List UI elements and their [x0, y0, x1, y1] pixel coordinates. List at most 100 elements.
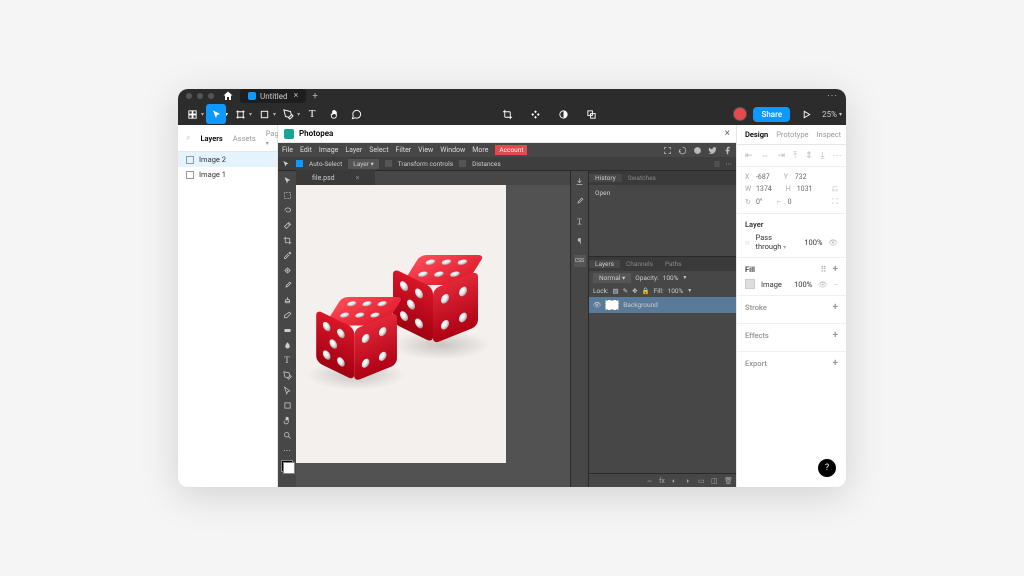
auto-select-checkbox[interactable]	[296, 160, 303, 167]
document-tab[interactable]: file.psd×	[296, 170, 375, 186]
prototype-tab[interactable]: Prototype	[776, 130, 808, 139]
corner-input[interactable]: 0	[788, 198, 792, 206]
transform-checkbox[interactable]	[385, 160, 392, 167]
design-tab[interactable]: Design	[745, 130, 768, 139]
zoom-tool[interactable]	[280, 428, 294, 442]
text-tool[interactable]: T	[302, 104, 322, 124]
reddit-icon[interactable]	[693, 146, 702, 155]
fill-value[interactable]: 100%	[668, 287, 684, 295]
move-tool[interactable]	[280, 173, 294, 187]
brush-tool[interactable]	[280, 278, 294, 292]
select-tool[interactable]	[280, 188, 294, 202]
align-right-icon[interactable]: ⇥	[778, 151, 786, 161]
remove-fill-icon[interactable]: −	[834, 280, 838, 289]
frame-tool[interactable]	[230, 104, 250, 124]
eyedropper-tool[interactable]	[280, 248, 294, 262]
align-icon[interactable]	[713, 160, 721, 168]
add-export-icon[interactable]: +	[833, 358, 839, 369]
fill-options-icon[interactable]: ⠿	[821, 265, 827, 274]
menu-select[interactable]: Select	[369, 146, 388, 154]
css-panel-icon[interactable]: CSS	[574, 255, 586, 267]
align-bottom-icon[interactable]: ⤓	[821, 151, 825, 161]
assets-tab[interactable]: Assets	[233, 134, 256, 143]
hand-tool[interactable]	[280, 413, 294, 427]
download-icon[interactable]	[574, 175, 586, 187]
present-icon[interactable]	[796, 104, 816, 124]
path-tool[interactable]	[280, 383, 294, 397]
twitter-icon[interactable]	[708, 146, 717, 155]
shape-tool[interactable]	[280, 398, 294, 412]
channels-tab[interactable]: Channels	[620, 260, 659, 268]
history-item[interactable]: Open	[589, 185, 736, 201]
color-swatch[interactable]	[281, 460, 293, 472]
corner-detail-icon[interactable]: ⛶	[832, 197, 838, 207]
lock-all-icon[interactable]: 🔒	[642, 287, 650, 295]
fill-swatch[interactable]	[745, 279, 755, 289]
lasso-tool[interactable]	[280, 203, 294, 217]
more-tools-icon[interactable]: ⋯	[280, 443, 294, 457]
menu-filter[interactable]: Filter	[396, 146, 412, 154]
menu-file[interactable]: File	[282, 146, 293, 154]
add-stroke-icon[interactable]: +	[833, 302, 839, 313]
mask-icon[interactable]	[554, 104, 574, 124]
brush-panel-icon[interactable]	[574, 195, 586, 207]
search-icon[interactable]: ⌕	[186, 133, 190, 143]
more-options-icon[interactable]: ⋯	[726, 160, 733, 168]
pen-tool[interactable]	[278, 104, 298, 124]
menu-more[interactable]: More	[472, 146, 488, 154]
add-effect-icon[interactable]: +	[833, 330, 839, 341]
visibility-icon[interactable]: 👁	[593, 301, 601, 309]
menu-layer[interactable]: Layer	[345, 146, 362, 154]
menu-window[interactable]: Window	[440, 146, 465, 154]
trash-icon[interactable]: 🗑	[724, 477, 732, 485]
comment-tool[interactable]	[346, 104, 366, 124]
more-menu-icon[interactable]: ···	[827, 91, 838, 102]
align-hcenter-icon[interactable]: ⇔	[761, 150, 770, 161]
account-button[interactable]: Account	[495, 145, 527, 155]
fullscreen-icon[interactable]	[663, 146, 672, 155]
new-tab-button[interactable]: +	[312, 91, 318, 102]
layers-tab[interactable]: Layers	[200, 134, 222, 143]
history-tab[interactable]: History	[589, 174, 622, 182]
share-button[interactable]: Share	[753, 107, 790, 122]
mask-icon[interactable]: ◐	[672, 477, 680, 485]
stamp-tool[interactable]	[280, 293, 294, 307]
distances-checkbox[interactable]	[459, 160, 466, 167]
layer-select[interactable]: Layer ▾	[348, 159, 379, 169]
align-left-icon[interactable]: ⇤	[745, 151, 753, 161]
pen-tool[interactable]	[280, 368, 294, 382]
crop-tool[interactable]	[280, 233, 294, 247]
window-controls[interactable]	[186, 93, 214, 99]
visibility-icon[interactable]: 👁	[828, 238, 838, 247]
photopea-canvas[interactable]	[296, 185, 570, 487]
menu-edit[interactable]: Edit	[300, 146, 312, 154]
opacity-value[interactable]: 100%	[663, 274, 679, 282]
inspect-tab[interactable]: Inspect	[817, 130, 842, 139]
adjustment-icon[interactable]: ◑	[685, 477, 693, 485]
lock-paint-icon[interactable]: ✎	[623, 287, 628, 295]
user-avatar[interactable]	[733, 107, 747, 121]
folder-icon[interactable]: ▭	[698, 477, 706, 485]
boolean-icon[interactable]	[582, 104, 602, 124]
close-plugin-icon[interactable]: ×	[725, 128, 730, 139]
close-tab-icon[interactable]: ×	[293, 91, 298, 101]
menu-image[interactable]: Image	[319, 146, 339, 154]
move-tool[interactable]	[206, 104, 226, 124]
new-layer-icon[interactable]: ◫	[711, 477, 719, 485]
character-panel-icon[interactable]: T̲	[574, 215, 586, 227]
facebook-icon[interactable]	[723, 146, 732, 155]
distribute-icon[interactable]: ⋯	[833, 151, 842, 161]
x-input[interactable]: -687	[756, 173, 770, 181]
shape-tool[interactable]	[254, 104, 274, 124]
blur-tool[interactable]	[280, 338, 294, 352]
gradient-tool[interactable]	[280, 323, 294, 337]
layer-item[interactable]: Image 2	[178, 152, 277, 167]
pass-through-select[interactable]: Pass through ▾	[756, 233, 799, 251]
eraser-tool[interactable]	[280, 308, 294, 322]
constrain-icon[interactable]: ⎌	[832, 184, 838, 194]
fx-icon[interactable]: fx	[659, 477, 667, 485]
rotation-input[interactable]: 0°	[756, 198, 763, 206]
y-input[interactable]: 732	[795, 173, 807, 181]
undo-icon[interactable]	[678, 146, 687, 155]
layer-item[interactable]: Image 1	[178, 167, 277, 182]
